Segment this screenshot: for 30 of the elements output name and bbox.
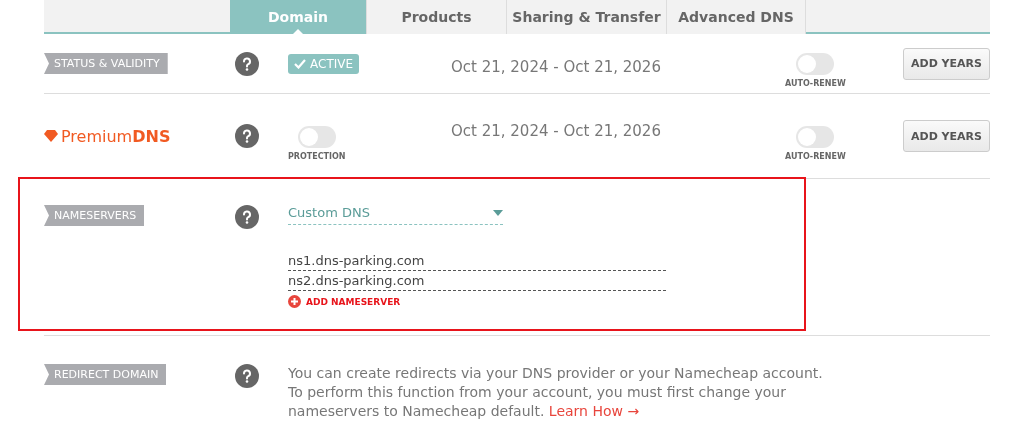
status-badge: ACTIVE (288, 53, 360, 74)
validity-dates: Oct 21, 2024 - Oct 21, 2026 (451, 122, 662, 140)
help-icon[interactable] (235, 205, 259, 229)
tab[interactable]: Sharing & Transfer (507, 0, 667, 34)
check-icon (294, 58, 306, 69)
toggle-label: PROTECTION (288, 151, 346, 161)
toggle-label: AUTO-RENEW (785, 79, 846, 88)
caret-icon (493, 209, 503, 216)
section-label: STATUS & VALIDITY (44, 53, 168, 74)
validity-dates: Oct 21, 2024 - Oct 21, 2026 (451, 58, 662, 76)
add-nameserver-button[interactable]: ADD NAMESERVER (288, 295, 688, 308)
premium-dns-logo: PremiumDNS (44, 126, 235, 146)
add-years-button[interactable]: ADD YEARS (903, 120, 990, 152)
section-label: NAMESERVERS (44, 205, 145, 226)
toggle-switch[interactable] (796, 53, 835, 75)
add-years-button[interactable]: ADD YEARS (903, 47, 990, 80)
help-icon[interactable] (235, 51, 259, 76)
toggle-label: AUTO-RENEW (785, 151, 846, 161)
help-icon[interactable] (235, 124, 259, 148)
gem-icon (44, 130, 58, 142)
help-icon[interactable] (235, 364, 259, 388)
dns-dropdown[interactable]: Custom DNS (288, 205, 503, 225)
tab[interactable]: Products (367, 0, 507, 34)
redirect-info-text: You can create redirects via your DNS provider or your Namecheap account. To perform this function from your account, you must first change your nameservers to Namecheap default. Learn How → (288, 364, 824, 421)
learn-how-link[interactable]: Learn How → (548, 403, 640, 419)
section-label: REDIRECT DOMAIN (44, 364, 167, 385)
plus-icon (288, 295, 301, 308)
toggle-switch[interactable] (297, 125, 336, 148)
toggle-switch[interactable] (796, 125, 835, 148)
tab[interactable]: Advanced DNS (667, 0, 806, 34)
